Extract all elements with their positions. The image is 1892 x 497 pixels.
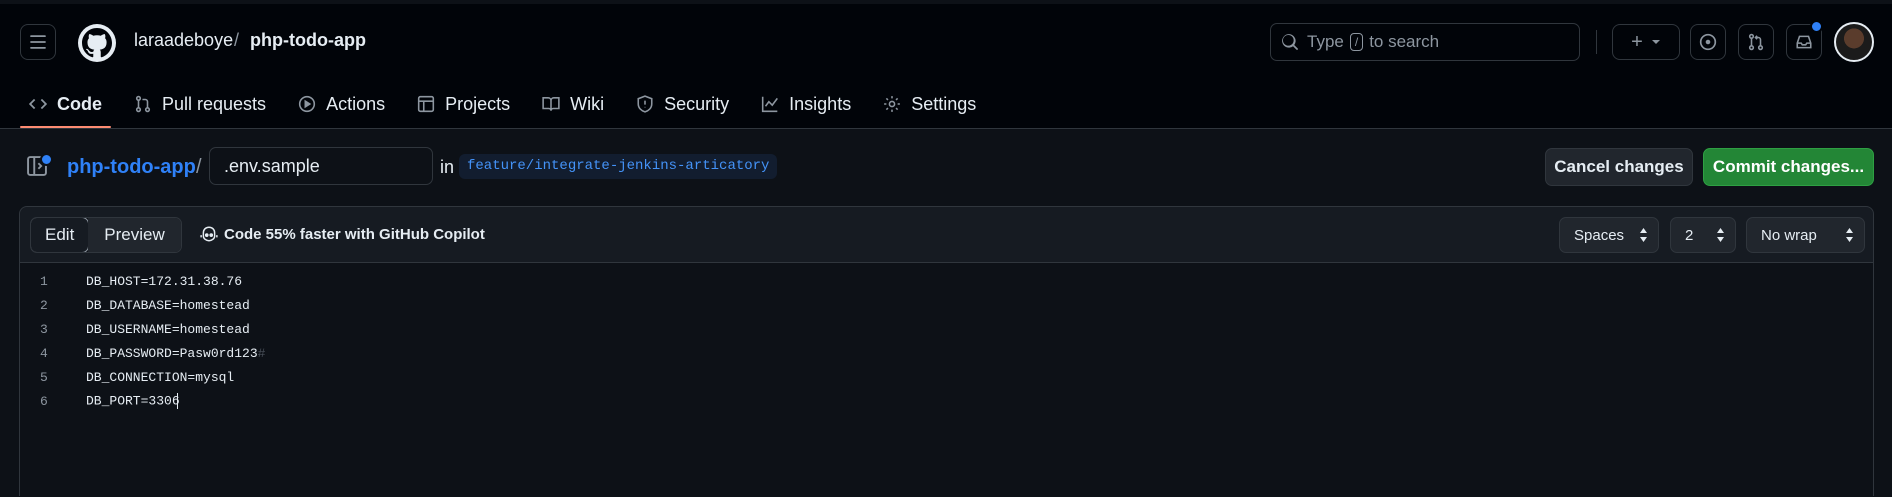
shield-icon [636, 95, 654, 113]
line-number: 2 [40, 297, 48, 313]
table-icon [417, 95, 435, 113]
gear-icon [883, 95, 901, 113]
repo-nav-tabs: Code Pull requests Actions Projects Wiki… [20, 84, 999, 128]
editor-toolbar: Edit Preview Code 55% faster with GitHub… [20, 207, 1873, 263]
indent-mode-value: Spaces [1574, 226, 1625, 244]
line-text: DB_PASSWORD=Pasw0rd123 [86, 345, 258, 361]
tab-code-label: Code [57, 93, 102, 114]
code-editor-textarea[interactable]: 1 DB_HOST=172.31.38.76 2 DB_DATABASE=hom… [20, 263, 1873, 497]
issues-button[interactable] [1690, 24, 1726, 60]
trailing-hash: # [257, 345, 266, 361]
select-arrows-icon [1639, 227, 1648, 243]
book-icon [542, 95, 560, 113]
tab-security[interactable]: Security [627, 84, 738, 124]
pull-requests-button[interactable] [1738, 24, 1774, 60]
text-cursor [176, 393, 178, 409]
edit-preview-toggle: Edit Preview [30, 217, 182, 253]
triangle-down-icon [1651, 40, 1660, 44]
search-input[interactable]: Type / to search [1270, 23, 1580, 61]
create-new-button[interactable]: + [1612, 24, 1680, 60]
branch-name-badge: feature/integrate-jenkins-articatory [459, 154, 778, 179]
line-text: DB_CONNECTION=mysql [86, 369, 235, 385]
editor-repo-link[interactable]: php-todo-app [67, 156, 196, 179]
indent-size-select[interactable]: 2 [1670, 217, 1736, 253]
tab-insights[interactable]: Insights [752, 84, 860, 124]
edit-tab-button[interactable]: Edit [30, 218, 90, 252]
tab-pull-requests[interactable]: Pull requests [125, 84, 275, 124]
tab-pull-requests-label: Pull requests [162, 93, 267, 114]
issue-opened-icon [1699, 33, 1717, 51]
search-placeholder-prefix: Type [1307, 32, 1344, 51]
line-text: DB_USERNAME=homestead [86, 321, 250, 337]
tab-insights-label: Insights [789, 93, 852, 114]
indent-size-value: 2 [1685, 226, 1694, 244]
tab-settings[interactable]: Settings [874, 84, 985, 124]
code-icon [29, 95, 47, 113]
tab-actions[interactable]: Actions [289, 84, 394, 124]
unread-notification-dot [1810, 20, 1823, 33]
line-text-wrapper: DB_PASSWORD=Pasw0rd123# [86, 346, 265, 361]
preview-tab-button[interactable]: Preview [88, 218, 181, 252]
breadcrumb-owner-link[interactable]: laraadeboye [134, 30, 233, 51]
github-octocat-icon [82, 28, 112, 58]
pull-request-icon [134, 95, 152, 113]
indent-mode-select[interactable]: Spaces [1559, 217, 1659, 253]
line-text: DB_DATABASE=homestead [86, 297, 250, 313]
line-number: 5 [40, 369, 48, 385]
search-icon [1282, 34, 1298, 50]
copilot-promo-link[interactable]: Code 55% faster with GitHub Copilot [200, 225, 485, 243]
pull-request-icon [1748, 33, 1764, 51]
inbox-icon [1796, 35, 1812, 49]
tab-code[interactable]: Code [20, 84, 111, 128]
line-text: DB_HOST=172.31.38.76 [86, 273, 243, 289]
tab-settings-label: Settings [911, 93, 977, 114]
breadcrumb-repo-link[interactable]: php-todo-app [250, 30, 366, 51]
select-arrows-icon [1716, 227, 1725, 243]
tab-security-label: Security [664, 93, 730, 114]
copilot-icon [200, 226, 218, 242]
in-branch-label: in [440, 157, 455, 177]
tab-projects-label: Projects [445, 93, 511, 114]
hamburger-menu-button[interactable] [20, 24, 56, 60]
line-number: 1 [40, 273, 48, 289]
editor-path-separator: / [196, 156, 202, 178]
line-number: 4 [40, 345, 48, 361]
code-editor-panel: Edit Preview Code 55% faster with GitHub… [19, 206, 1874, 497]
commit-changes-button[interactable]: Commit changes... [1703, 148, 1874, 186]
select-arrows-icon [1845, 227, 1854, 243]
wrap-mode-select[interactable]: No wrap [1746, 217, 1865, 253]
plus-icon: + [1631, 30, 1643, 53]
tab-wiki[interactable]: Wiki [533, 84, 613, 124]
line-number: 6 [40, 393, 48, 409]
file-tree-indicator-dot [40, 153, 53, 166]
search-shortcut-key: / [1349, 33, 1364, 51]
header-divider [1596, 30, 1597, 54]
search-placeholder-suffix: to search [1369, 32, 1440, 51]
github-logo[interactable] [78, 24, 116, 62]
line-text-wrapper: DB_PORT=3306 [86, 393, 180, 409]
tab-projects[interactable]: Projects [408, 84, 519, 124]
line-text: DB_PORT=3306 [86, 393, 180, 409]
user-avatar[interactable] [1834, 22, 1874, 62]
hamburger-icon [30, 35, 46, 49]
filename-input[interactable] [209, 147, 433, 185]
play-icon [298, 95, 316, 113]
graph-icon [761, 95, 779, 113]
cancel-changes-button[interactable]: Cancel changes [1545, 148, 1693, 186]
tab-actions-label: Actions [326, 93, 386, 114]
breadcrumb-separator: / [234, 30, 240, 50]
line-number: 3 [40, 321, 48, 337]
tab-wiki-label: Wiki [570, 93, 605, 114]
copilot-promo-label: Code 55% faster with GitHub Copilot [224, 225, 485, 243]
wrap-mode-value: No wrap [1761, 226, 1817, 244]
